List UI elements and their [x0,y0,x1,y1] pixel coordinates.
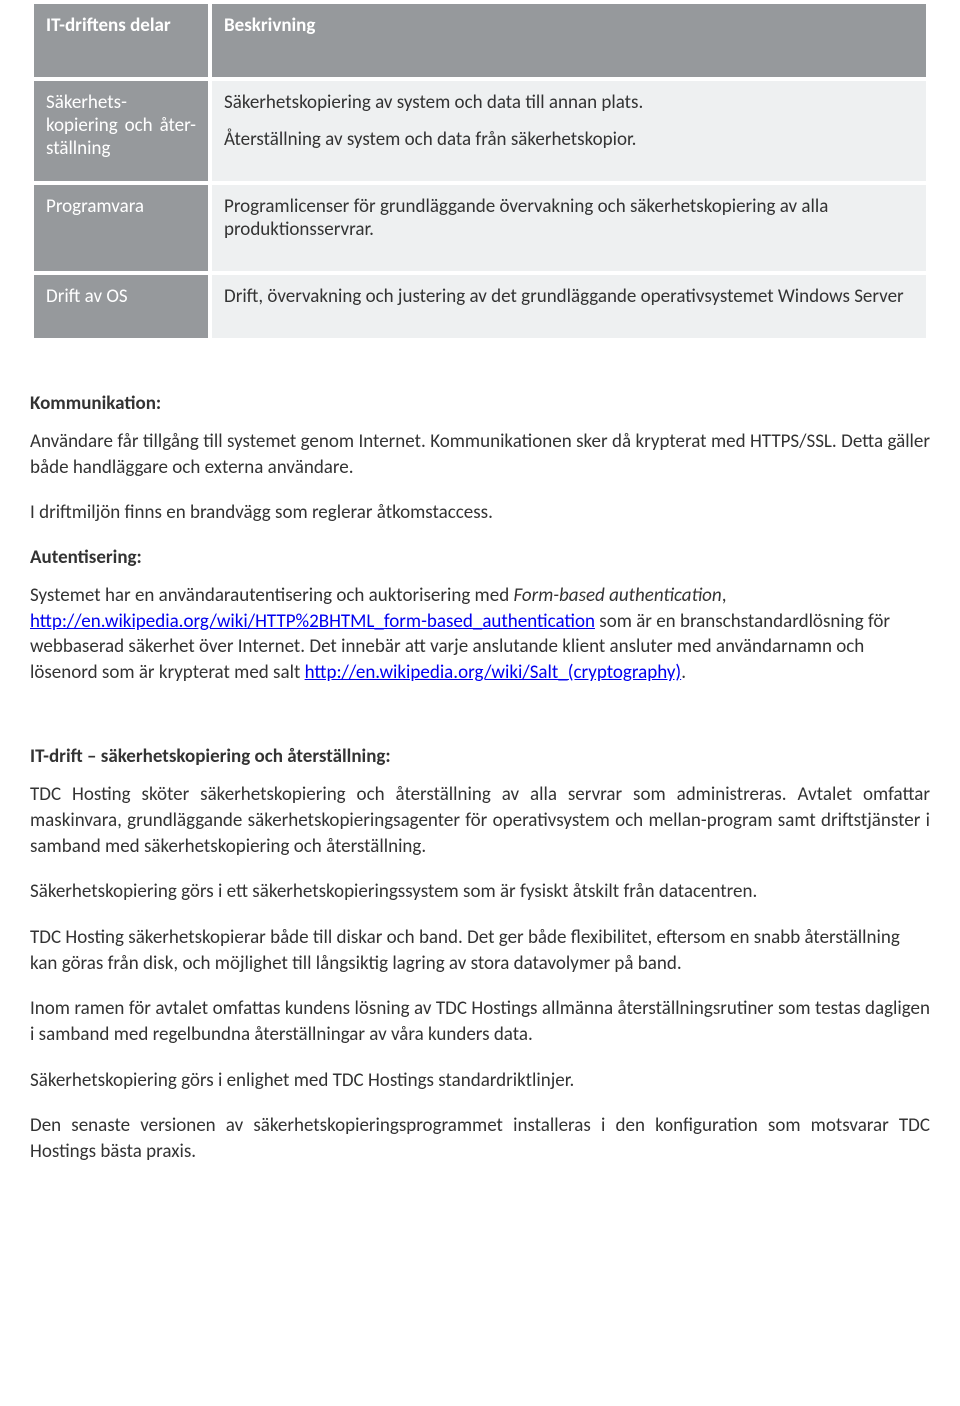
text-run: . [681,661,686,684]
paragraph: Säkerhetskopiering görs i enlighet med T… [30,1068,930,1094]
link-form-based-auth[interactable]: http://en.wikipedia.org/wiki/HTTP%2BHTML… [30,610,595,633]
text-run: Systemet har en användarautentisering oc… [30,584,513,607]
paragraph: Den senaste versionen av säkerhetskopier… [30,1113,930,1164]
row-body-paragraph: Återställning av system och data från sä… [224,128,914,151]
row-body: Säkerhetskopiering av system och data ti… [212,81,926,181]
row-body-paragraph: Programlicenser för grundläggande överva… [224,195,914,241]
row-label: Säkerhets- kopiering och åter- ställning [34,81,208,181]
text-run-italic: Form-based authentication [513,584,721,607]
table-row: Drift av OS Drift, övervakning och juste… [34,275,926,338]
definitions-table: IT-driftens delar Beskrivning Säkerhets-… [30,0,930,342]
section-heading-itdrift: IT-drift – säkerhetskopiering och återst… [30,745,930,768]
paragraph: I driftmiljön finns en brandvägg som reg… [30,500,930,526]
paragraph: Systemet har en användarautentisering oc… [30,583,930,686]
table-header-col2: Beskrivning [212,4,926,77]
row-body-paragraph: Säkerhetskopiering av system och data ti… [224,91,914,114]
table-row: Säkerhets- kopiering och åter- ställning… [34,81,926,181]
document-page: IT-driftens delar Beskrivning Säkerhets-… [0,0,960,1225]
row-body: Programlicenser för grundläggande överva… [212,185,926,271]
table-row: Programvara Programlicenser för grundläg… [34,185,926,271]
table-header-col1: IT-driftens delar [34,4,208,77]
paragraph: Användare får tillgång till systemet gen… [30,429,930,480]
row-body-paragraph: Drift, övervakning och justering av det … [224,285,914,308]
paragraph: Säkerhetskopiering görs i ett säkerhetsk… [30,879,930,905]
section-heading-autentisering: Autentisering: [30,546,930,569]
row-label: Programvara [34,185,208,271]
paragraph: Inom ramen för avtalet omfattas kundens … [30,996,930,1047]
row-body: Drift, övervakning och justering av det … [212,275,926,338]
section-heading-kommunikation: Kommunikation: [30,392,930,415]
text-run: , [722,584,727,607]
paragraph: TDC Hosting sköter säkerhetskopiering oc… [30,782,930,859]
link-salt-cryptography[interactable]: http://en.wikipedia.org/wiki/Salt_(crypt… [305,661,682,684]
row-label: Drift av OS [34,275,208,338]
paragraph: TDC Hosting säkerhetskopierar både till … [30,925,930,976]
